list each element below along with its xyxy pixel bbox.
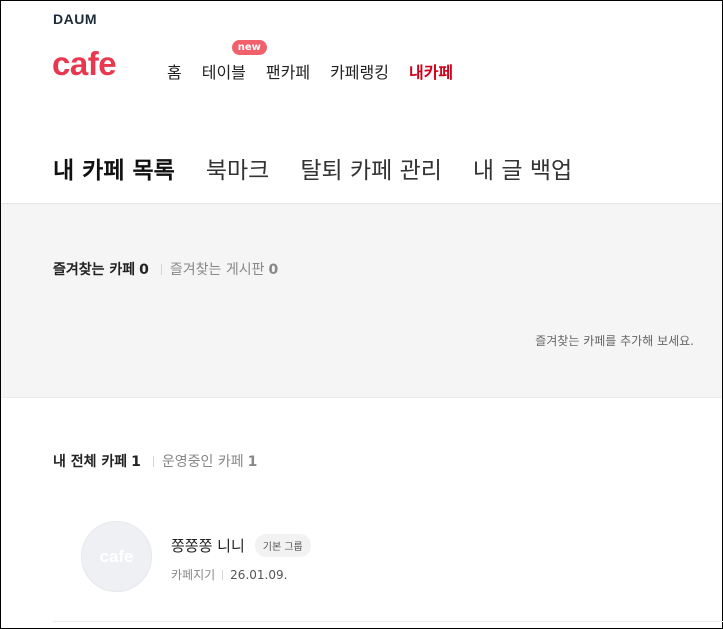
favorites-section: 즐겨찾는 카페 0 즐겨찾는 게시판 0 즐겨찾는 카페를 추가해 보세요. [1,203,722,398]
tab-my-cafe-list[interactable]: 내 카페 목록 [53,151,175,210]
cafe-list-item[interactable]: cafe 쫑쫑쫑 니니 기본 그룹 카페지기 26.01.09. [81,521,311,592]
tab-managed-cafes[interactable]: 운영중인 카페 1 [162,451,257,471]
tab-managed-cafes-label: 운영중인 카페 [161,454,244,470]
tab-favorite-boards-label: 즐겨찾는 게시판 [169,262,265,278]
my-cafes-tabs: 내 전체 카페 1 운영중인 카페 1 [53,451,257,471]
favorite-boards-count: 0 [268,262,279,278]
tab-favorite-cafes-label: 즐겨찾는 카페 [53,262,136,278]
join-date: 26.01.09. [230,567,288,582]
daum-logo[interactable]: DAUM [53,11,97,27]
tab-favorite-boards[interactable]: 즐겨찾는 게시판 0 [170,259,278,279]
tab-post-backup[interactable]: 내 글 백업 [473,151,572,210]
favorites-empty-message: 즐겨찾는 카페를 추가해 보세요. [535,334,694,348]
divider [160,263,162,275]
cafe-thumbnail[interactable]: cafe [81,521,152,592]
new-badge: new [231,40,267,55]
global-nav: 홈 테이블 new 팬카페 카페랭킹 내카페 [167,40,473,83]
divider [222,569,224,580]
favorites-tabs: 즐겨찾는 카페 0 즐겨찾는 게시판 0 [53,259,278,279]
managed-cafes-count: 1 [247,454,258,470]
cafe-logo[interactable]: cafe [52,47,117,80]
favorite-cafes-count: 0 [139,262,149,278]
group-badge[interactable]: 기본 그룹 [254,534,311,557]
nav-cafe-ranking[interactable]: 카페랭킹 [330,59,389,83]
tab-favorite-cafes[interactable]: 즐겨찾는 카페 0 [53,259,149,279]
main-tabs: 내 카페 목록 북마크 탈퇴 카페 관리 내 글 백업 [53,151,603,210]
divider [53,621,723,622]
tab-all-my-cafes-label: 내 전체 카페 [53,454,128,470]
nav-fancafe[interactable]: 팬카페 [266,59,310,83]
nav-table[interactable]: 테이블 new [201,40,267,83]
cafe-name[interactable]: 쫑쫑쫑 니니 [171,535,245,556]
nav-home[interactable]: 홈 [167,59,182,83]
tab-left-cafe-manage[interactable]: 탈퇴 카페 관리 [300,151,442,210]
tab-bookmark[interactable]: 북마크 [206,151,269,210]
tab-all-my-cafes[interactable]: 내 전체 카페 1 [53,451,141,471]
all-my-cafes-count: 1 [131,454,141,470]
role-label: 카페지기 [171,568,216,582]
cafe-meta: 카페지기 26.01.09. [171,566,311,583]
cafe-name-row: 쫑쫑쫑 니니 기본 그룹 [171,534,311,557]
cafe-info: 쫑쫑쫑 니니 기본 그룹 카페지기 26.01.09. [171,521,311,592]
nav-my-cafe[interactable]: 내카페 [409,59,453,83]
divider [152,455,154,467]
nav-table-label: 테이블 [201,63,246,82]
